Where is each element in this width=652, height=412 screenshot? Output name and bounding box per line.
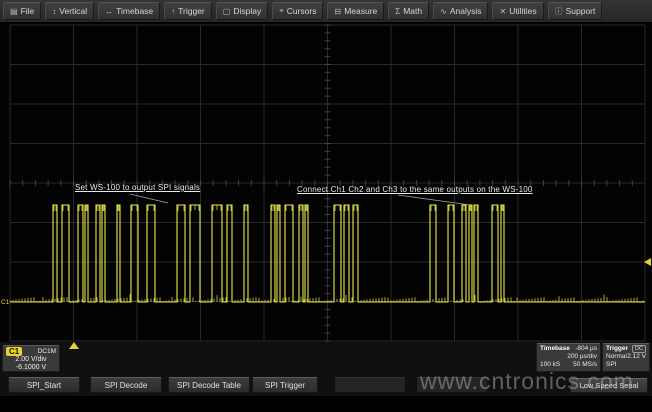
utilities-icon: ✕ bbox=[499, 7, 506, 16]
trigger-label: Trigger bbox=[606, 345, 628, 353]
low-speed-serial-button[interactable]: Low Speed Serial bbox=[570, 378, 648, 393]
annotation-connect-channels: Connect Ch1 Ch2 and Ch3 to the same outp… bbox=[297, 185, 533, 194]
measure-icon: ⊟ bbox=[334, 7, 341, 16]
channel-vdiv: 2.00 V/div bbox=[6, 356, 56, 364]
trigger-icon: ↑ bbox=[171, 7, 175, 16]
display-icon: ▢ bbox=[223, 7, 231, 16]
menu-label: Utilities bbox=[509, 6, 536, 16]
timebase-samples: 100 kS bbox=[540, 361, 560, 369]
trigger-mode: Normal bbox=[606, 353, 627, 361]
menu-cursors[interactable]: ⌖Cursors bbox=[272, 2, 323, 20]
menu-label: Display bbox=[233, 6, 261, 16]
timebase-tdiv: 200 µs/div bbox=[567, 353, 597, 361]
channel-offset: -6.1000 V bbox=[6, 364, 56, 372]
trigger-coupling-badge: DC bbox=[632, 345, 646, 353]
menu-label: Timebase bbox=[116, 6, 153, 16]
trigger-type: SPI bbox=[606, 361, 616, 369]
toolbar-button-empty[interactable] bbox=[334, 377, 406, 393]
menu-math[interactable]: ΣMath bbox=[388, 2, 429, 20]
menu-measure[interactable]: ⊟Measure bbox=[327, 2, 384, 20]
menu-file[interactable]: ▤File bbox=[3, 2, 41, 20]
menu-label: Cursors bbox=[287, 6, 317, 16]
toolbar-button-spi-start[interactable]: SPI_Start bbox=[8, 377, 80, 393]
menu-analysis[interactable]: ∿Analysis bbox=[433, 2, 488, 20]
channel-zero-marker[interactable]: C1 bbox=[1, 299, 10, 306]
trigger-descriptor[interactable]: Trigger DC Normal 2.12 V SPI bbox=[602, 343, 650, 372]
file-icon: ▤ bbox=[10, 7, 18, 16]
menu-label: Measure bbox=[344, 6, 377, 16]
bottom-panel: C1 DC1M 2.00 V/div -6.1000 V Timebase -8… bbox=[0, 342, 652, 396]
toolbar-button-spi-decode-table[interactable]: SPI Decode Table bbox=[168, 377, 250, 393]
waveform-display[interactable]: C1 Set WS-100 to output SPI signals Conn… bbox=[0, 23, 652, 342]
menu-vertical[interactable]: ↕Vertical bbox=[45, 2, 94, 20]
timebase-label: Timebase bbox=[540, 345, 570, 353]
cursors-icon: ⌖ bbox=[279, 6, 284, 16]
support-icon: ⓘ bbox=[555, 6, 563, 17]
toolbar-button-spi-trigger[interactable]: SPI Trigger bbox=[252, 377, 318, 393]
menu-support[interactable]: ⓘSupport bbox=[548, 2, 603, 20]
channel-descriptor-c1[interactable]: C1 DC1M 2.00 V/div -6.1000 V bbox=[2, 345, 60, 372]
channel-coupling: DC1M bbox=[38, 348, 56, 356]
menu-label: File bbox=[21, 6, 35, 16]
timebase-rate: 50 MS/s bbox=[573, 361, 597, 369]
channel-badge: C1 bbox=[6, 347, 22, 356]
menu-label: Vertical bbox=[59, 6, 87, 16]
math-icon: Σ bbox=[395, 7, 400, 16]
trigger-level: 2.12 V bbox=[627, 353, 646, 361]
timebase-descriptor[interactable]: Timebase -804 µs 200 µs/div 100 kS 50 MS… bbox=[536, 343, 601, 372]
toolbar-button-empty[interactable] bbox=[416, 377, 488, 393]
menu-label: Trigger bbox=[178, 6, 205, 16]
analysis-icon: ∿ bbox=[440, 7, 447, 16]
timebase-delay: -804 µs bbox=[575, 345, 597, 353]
vertical-icon: ↕ bbox=[52, 7, 56, 16]
timebase-icon: ↔ bbox=[105, 7, 113, 16]
menu-label: Math bbox=[403, 6, 422, 16]
annotation-leader-2 bbox=[398, 195, 470, 205]
toolbar-button-spi-decode[interactable]: SPI Decode bbox=[90, 377, 162, 393]
menu-bar: ▤File↕Vertical↔Timebase↑Trigger▢Display⌖… bbox=[0, 0, 652, 23]
menu-display[interactable]: ▢Display bbox=[216, 2, 268, 20]
menu-utilities[interactable]: ✕Utilities bbox=[492, 2, 543, 20]
annotation-set-ws100: Set WS-100 to output SPI signals bbox=[75, 183, 200, 192]
annotation-leader-1 bbox=[130, 194, 168, 203]
oscilloscope-app: ▤File↕Vertical↔Timebase↑Trigger▢Display⌖… bbox=[0, 0, 652, 412]
menu-timebase[interactable]: ↔Timebase bbox=[98, 2, 160, 20]
menu-label: Support bbox=[566, 6, 596, 16]
menu-label: Analysis bbox=[450, 6, 482, 16]
menu-trigger[interactable]: ↑Trigger bbox=[164, 2, 212, 20]
trigger-time-marker-icon[interactable] bbox=[69, 342, 79, 349]
